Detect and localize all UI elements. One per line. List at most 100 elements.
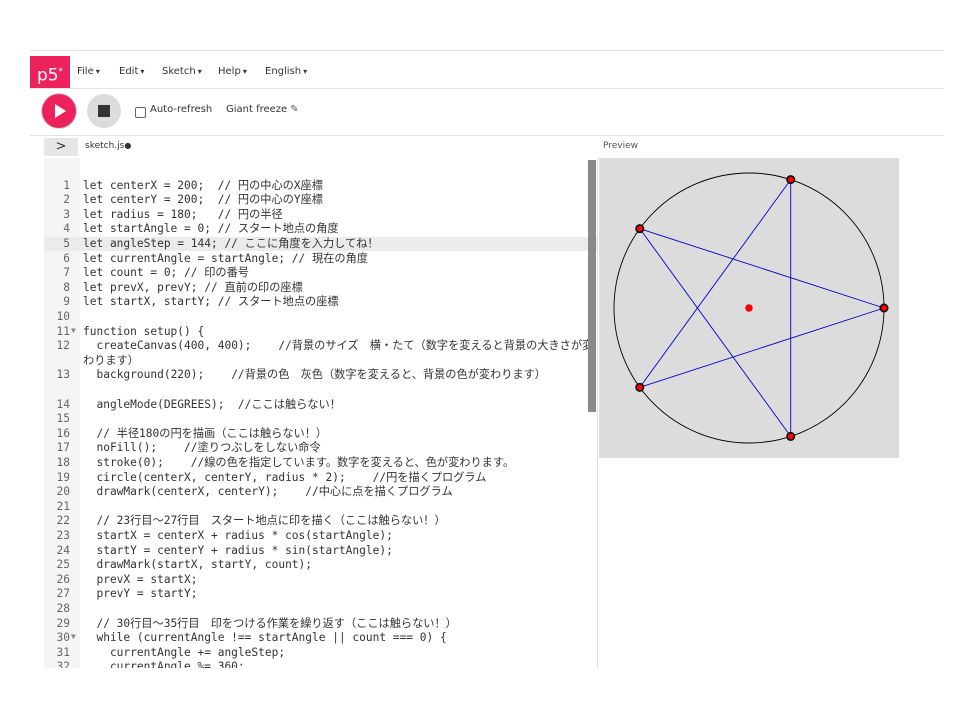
code-text: // 半径180の円を描画（ここは触らない！） <box>83 426 328 440</box>
code-text: circle(centerX, centerY, radius * 2); //… <box>83 470 487 484</box>
code-line[interactable]: 23 startX = centerX + radius * cos(start… <box>44 529 597 544</box>
vertex-mark <box>635 382 645 392</box>
code-line[interactable]: 32 currentAngle %= 360; <box>44 660 597 668</box>
code-line[interactable]: 29 // 30行目〜35行目 印をつける作業を繰り返す（ここは触らない！） <box>44 617 597 632</box>
p5-logo[interactable]: p5* <box>30 56 70 88</box>
pencil-icon[interactable]: ✎ <box>290 104 298 115</box>
line-number: 11 <box>56 324 70 338</box>
code-line[interactable]: 1 let centerX = 200; // 円の中心のX座標 <box>44 179 597 194</box>
code-line[interactable]: 31 currentAngle += angleStep; <box>44 646 597 661</box>
auto-refresh-checkbox[interactable] <box>135 107 146 118</box>
line-number: 23 <box>56 528 70 542</box>
code-line[interactable]: 6 let currentAngle = startAngle; // 現在の角度 <box>44 252 597 267</box>
line-number: 6 <box>63 251 70 265</box>
line-number: 12 <box>56 339 70 353</box>
code-text: createCanvas(400, 400); //背景のサイズ 横・たて（数字… <box>83 339 594 367</box>
code-line[interactable]: 8 let prevX, prevY; // 直前の印の座標 <box>44 281 597 296</box>
code-line[interactable]: 4 let startAngle = 0; // スタート地点の角度 <box>44 222 597 237</box>
line-number: 29 <box>56 616 70 630</box>
panel-header: > sketch.js● Preview <box>30 137 944 157</box>
top-divider <box>30 50 944 51</box>
code-line[interactable]: 9 let startX, startY; // スタート地点の座標 <box>44 295 597 310</box>
menu-bar: p5* File ▾ Edit ▾ Sketch ▾ Help ▾ English ▾ <box>30 56 944 88</box>
code-line[interactable]: 27 prevY = startY; <box>44 587 597 602</box>
vertex-mark <box>635 224 645 234</box>
code-line[interactable]: 12 createCanvas(400, 400); //背景のサイズ 横・たて… <box>44 339 597 368</box>
menu-help[interactable]: Help ▾ <box>218 56 247 88</box>
expand-sidebar-button[interactable]: > <box>44 138 78 156</box>
code-line[interactable]: 19 circle(centerX, centerY, radius * 2);… <box>44 471 597 486</box>
code-line[interactable]: 2 let centerY = 200; // 円の中心のY座標 <box>44 193 597 208</box>
vertex-mark <box>786 431 796 441</box>
code-text: let radius = 180; // 円の半径 <box>83 207 283 221</box>
line-number: 10 <box>56 309 70 323</box>
code-line[interactable]: 21 <box>44 500 597 515</box>
code-line[interactable]: 26 prevX = startX; <box>44 573 597 588</box>
code-line[interactable]: 22 // 23行目〜27行目 スタート地点に印を描く（ここは触らない！） <box>44 514 597 529</box>
fold-toggle-icon[interactable]: ▼ <box>71 630 76 645</box>
code-line[interactable]: 17 noFill(); //塗りつぶしをしない命令 <box>44 441 597 456</box>
code-line[interactable]: 30 ▼ while (currentAngle !== startAngle |… <box>44 631 597 646</box>
line-number: 3 <box>63 207 70 221</box>
line-number: 22 <box>56 514 70 528</box>
sketch-preview-canvas <box>599 158 899 458</box>
code-text: let currentAngle = startAngle; // 現在の角度 <box>83 251 368 265</box>
stop-button[interactable] <box>87 94 121 128</box>
line-number: 28 <box>56 601 70 615</box>
code-text: startY = centerY + radius * sin(startAng… <box>83 543 393 557</box>
fold-toggle-icon[interactable]: ▼ <box>71 324 76 339</box>
chevron-down-icon: ▾ <box>303 67 308 76</box>
line-number: 24 <box>56 543 70 557</box>
code-line[interactable]: 5 let angleStep = 144; // ここに角度を入力してね！ <box>44 236 597 252</box>
auto-refresh-label[interactable]: Auto-refresh <box>150 104 212 115</box>
code-line[interactable]: 3 let radius = 180; // 円の半径 <box>44 208 597 223</box>
center-mark <box>745 304 753 312</box>
code-line[interactable]: 13 background(220); //背景の色 灰色（数字を変えると、背景… <box>44 368 597 397</box>
menu-edit[interactable]: Edit ▾ <box>119 56 144 88</box>
code-text: noFill(); //塗りつぶしをしない命令 <box>83 441 321 455</box>
code-text: drawMark(startX, startY, count); <box>83 558 313 572</box>
code-line[interactable]: 24 startY = centerY + radius * sin(start… <box>44 544 597 559</box>
play-button[interactable] <box>42 94 76 128</box>
code-text: let startX, startY; // スタート地点の座標 <box>83 295 339 309</box>
line-number: 7 <box>63 266 70 280</box>
menu-sketch[interactable]: Sketch ▾ <box>162 56 202 88</box>
preview-label: Preview <box>603 141 639 151</box>
code-line[interactable]: 20 drawMark(centerX, centerY); //中心に点を描く… <box>44 485 597 500</box>
code-line[interactable]: 10 <box>44 310 597 325</box>
code-text: background(220); //背景の色 灰色（数字を変えると、背景の色が… <box>83 368 546 382</box>
code-text: currentAngle += angleStep; <box>83 645 286 659</box>
code-text: let centerY = 200; // 円の中心のY座標 <box>83 193 323 207</box>
preview-svg <box>599 158 899 458</box>
project-name[interactable]: Giant freeze ✎ <box>226 104 299 115</box>
code-line[interactable]: 11 ▼ function setup() { <box>44 325 597 340</box>
code-line[interactable]: 18 stroke(0); //線の色を指定しています。数字を変えると、色が変わ… <box>44 456 597 471</box>
code-line[interactable]: 25 drawMark(startX, startY, count); <box>44 558 597 573</box>
line-number: 20 <box>56 485 70 499</box>
line-number: 30 <box>56 631 70 645</box>
code-line[interactable]: 15 <box>44 412 597 427</box>
code-editor[interactable]: 1 let centerX = 200; // 円の中心のX座標 2 let cent… <box>44 158 597 668</box>
code-text: let prevX, prevY; // 直前の印の座標 <box>83 280 303 294</box>
vertex-mark <box>879 303 889 313</box>
code-line[interactable]: 16 // 半径180の円を描画（ここは触らない！） <box>44 427 597 442</box>
line-number: 32 <box>56 660 70 668</box>
line-number: 1 <box>63 178 70 192</box>
code-line[interactable]: 28 <box>44 602 597 617</box>
menu-divider <box>30 88 944 89</box>
code-text: // 23行目〜27行目 スタート地点に印を描く（ここは触らない！） <box>83 514 446 528</box>
file-tab[interactable]: sketch.js● <box>85 141 131 151</box>
editor-scrollbar[interactable] <box>588 160 596 412</box>
code-text: drawMark(centerX, centerY); //中心に点を描くプログ… <box>83 485 453 499</box>
code-text: let angleStep = 144; // ここに角度を入力してね！ <box>83 236 379 250</box>
code-line[interactable]: 7 let count = 0; // 印の番号 <box>44 266 597 281</box>
menu-file[interactable]: File ▾ <box>77 56 100 88</box>
chevron-down-icon: ▾ <box>242 67 247 76</box>
chevron-down-icon: ▾ <box>197 67 202 76</box>
code-line[interactable]: 14 angleMode(DEGREES); //ここは触らない！ <box>44 398 597 413</box>
line-number: 27 <box>56 587 70 601</box>
line-number: 17 <box>56 441 70 455</box>
menu-language[interactable]: English ▾ <box>265 56 307 88</box>
line-number: 2 <box>63 193 70 207</box>
panel-splitter[interactable] <box>597 158 598 668</box>
